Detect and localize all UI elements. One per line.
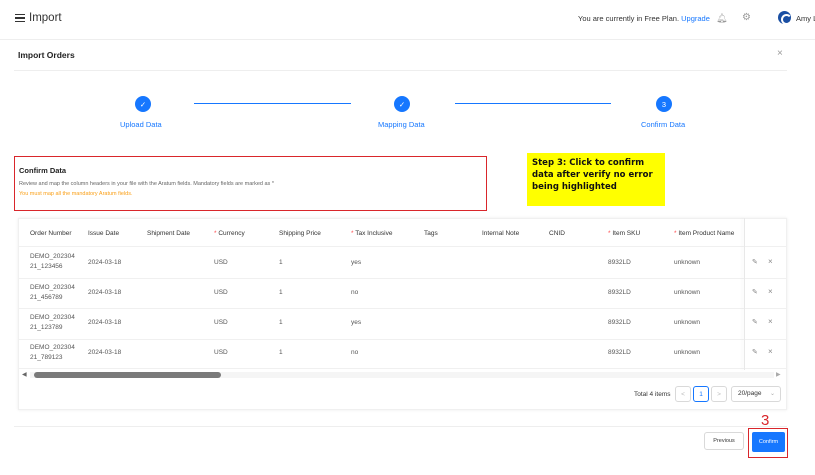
table-cell-sku: 8932LD	[608, 289, 631, 296]
app-title-label: Import	[29, 12, 62, 24]
table-cell-order-number: DEMO_202304 21_123456	[30, 253, 75, 270]
column-header: Issue Date	[88, 230, 120, 237]
row-divider	[18, 339, 787, 340]
column-header: Internal Note	[482, 230, 520, 237]
page-size-select[interactable]: 20/page ⌄	[731, 386, 781, 402]
upgrade-link[interactable]: Upgrade	[681, 14, 710, 23]
step-connector	[194, 103, 351, 104]
step-1-label: Upload Data	[120, 120, 162, 129]
row-divider	[18, 246, 787, 247]
close-icon[interactable]: ×	[768, 317, 773, 326]
bell-icon[interactable]: 🔔︎	[716, 13, 727, 24]
scroll-right-icon[interactable]: ▶	[776, 371, 781, 378]
table-cell-sku: 8932LD	[608, 259, 631, 266]
table-cell-issue-date: 2024-03-18	[88, 319, 122, 326]
user-name[interactable]: Amy L	[796, 14, 815, 23]
plan-notice: You are currently in Free Plan. Upgrade	[578, 14, 710, 23]
edit-icon[interactable]: ✎	[752, 318, 758, 326]
modal-title: Import Orders	[18, 50, 75, 60]
table-cell-tax-inclusive: yes	[351, 319, 362, 326]
step-connector	[455, 103, 611, 104]
prev-page-button[interactable]: <	[675, 386, 691, 402]
table-cell-currency: USD	[214, 349, 228, 356]
table-cell-issue-date: 2024-03-18	[88, 349, 122, 356]
page-number-button[interactable]: 1	[693, 386, 709, 402]
column-header: * Item SKU	[608, 230, 641, 237]
table-cell-shipping-price: 1	[279, 259, 283, 266]
close-icon[interactable]: ×	[768, 287, 773, 296]
step-2-check-icon: ✓	[394, 96, 410, 112]
column-header: * Item Product Name	[674, 230, 735, 237]
close-icon[interactable]: ×	[777, 48, 783, 59]
confirm-data-section: Confirm Data Review and map the column h…	[14, 156, 487, 211]
step-3-indicator: 3	[656, 96, 672, 112]
column-header: Order Number	[30, 230, 72, 237]
table-cell-shipping-price: 1	[279, 319, 283, 326]
table-cell-product-name: unknown	[674, 349, 701, 356]
chevron-down-icon: ⌄	[769, 391, 775, 397]
horizontal-scrollbar[interactable]	[34, 372, 221, 378]
divider	[14, 70, 787, 71]
table-cell-currency: USD	[214, 319, 228, 326]
row-divider	[18, 308, 787, 309]
table-cell-currency: USD	[214, 289, 228, 296]
step-2-label: Mapping Data	[378, 120, 425, 129]
column-header: Shipment Date	[147, 230, 190, 237]
table-cell-currency: USD	[214, 259, 228, 266]
table-cell-shipping-price: 1	[279, 289, 283, 296]
confirm-highlight-box	[748, 428, 788, 458]
step-annotation-number: 3	[761, 412, 770, 429]
table-cell-order-number: DEMO_202304 21_123789	[30, 314, 75, 331]
instruction-callout: Step 3: Click to confirm data after veri…	[527, 153, 665, 206]
section-title: Confirm Data	[19, 166, 67, 175]
edit-icon[interactable]: ✎	[752, 348, 758, 356]
table-cell-product-name: unknown	[674, 259, 701, 266]
table-cell-issue-date: 2024-03-18	[88, 259, 122, 266]
section-description: Review and map the column headers in you…	[19, 181, 274, 187]
fixed-column-divider	[744, 218, 745, 370]
column-header: CNID	[549, 230, 565, 237]
step-1-check-icon: ✓	[135, 96, 151, 112]
close-icon[interactable]: ×	[768, 257, 773, 266]
table-cell-tax-inclusive: no	[351, 289, 359, 296]
settings-icon[interactable]: ⚙	[742, 12, 751, 23]
step-3-label: Confirm Data	[641, 120, 686, 129]
table-cell-sku: 8932LD	[608, 349, 631, 356]
menu-icon[interactable]	[15, 13, 25, 23]
table-cell-sku: 8932LD	[608, 319, 631, 326]
table-cell-product-name: unknown	[674, 319, 701, 326]
table-cell-tax-inclusive: yes	[351, 259, 362, 266]
table-cell-shipping-price: 1	[279, 349, 283, 356]
table-cell-issue-date: 2024-03-18	[88, 289, 122, 296]
total-items: Total 4 items	[634, 391, 671, 398]
close-icon[interactable]: ×	[768, 347, 773, 356]
table-cell-order-number: DEMO_202304 21_789123	[30, 344, 75, 361]
column-header: Shipping Price	[279, 230, 321, 237]
previous-button[interactable]: Previous	[704, 432, 744, 450]
column-header: * Currency	[214, 230, 245, 237]
scroll-left-icon[interactable]: ◀	[22, 371, 27, 378]
column-header: * Tax Inclusive	[351, 230, 393, 237]
table-cell-product-name: unknown	[674, 289, 701, 296]
table-cell-order-number: DEMO_202304 21_456789	[30, 284, 75, 301]
app-title: Import	[15, 12, 62, 24]
row-divider	[18, 278, 787, 279]
avatar[interactable]	[778, 11, 792, 25]
column-header: Tags	[424, 230, 438, 237]
mandatory-warning: You must map all the mandatory Aratum fi…	[19, 191, 133, 197]
table-cell-tax-inclusive: no	[351, 349, 359, 356]
row-divider	[18, 368, 787, 369]
next-page-button[interactable]: >	[711, 386, 727, 402]
divider	[14, 426, 787, 427]
edit-icon[interactable]: ✎	[752, 258, 758, 266]
edit-icon[interactable]: ✎	[752, 288, 758, 296]
